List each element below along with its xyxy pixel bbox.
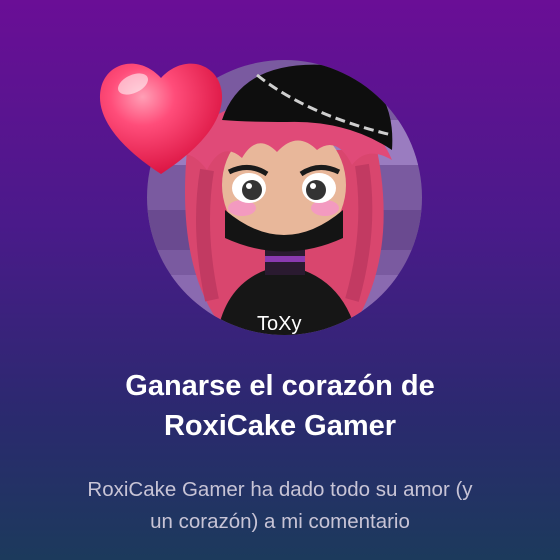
heart-achievement-card: ToXy Ganarse el corazón de RoxiCake Game… <box>0 0 560 560</box>
heart-icon <box>99 63 223 174</box>
avatar-shirt-text: ToXy <box>257 313 301 335</box>
notification-message: RoxiCake Gamer ha dado todo su amor (y u… <box>40 474 520 538</box>
title-line-2: RoxiCake Gamer <box>163 410 397 442</box>
message-line-1: RoxiCake Gamer ha dado todo su amor (y <box>87 478 473 501</box>
message-line-2: un corazón) a mi comentario <box>150 510 410 533</box>
title-line-1: Ganarse el corazón de <box>125 370 435 402</box>
notification-title: Ganarse el corazón de RoxiCake Gamer <box>0 366 560 446</box>
